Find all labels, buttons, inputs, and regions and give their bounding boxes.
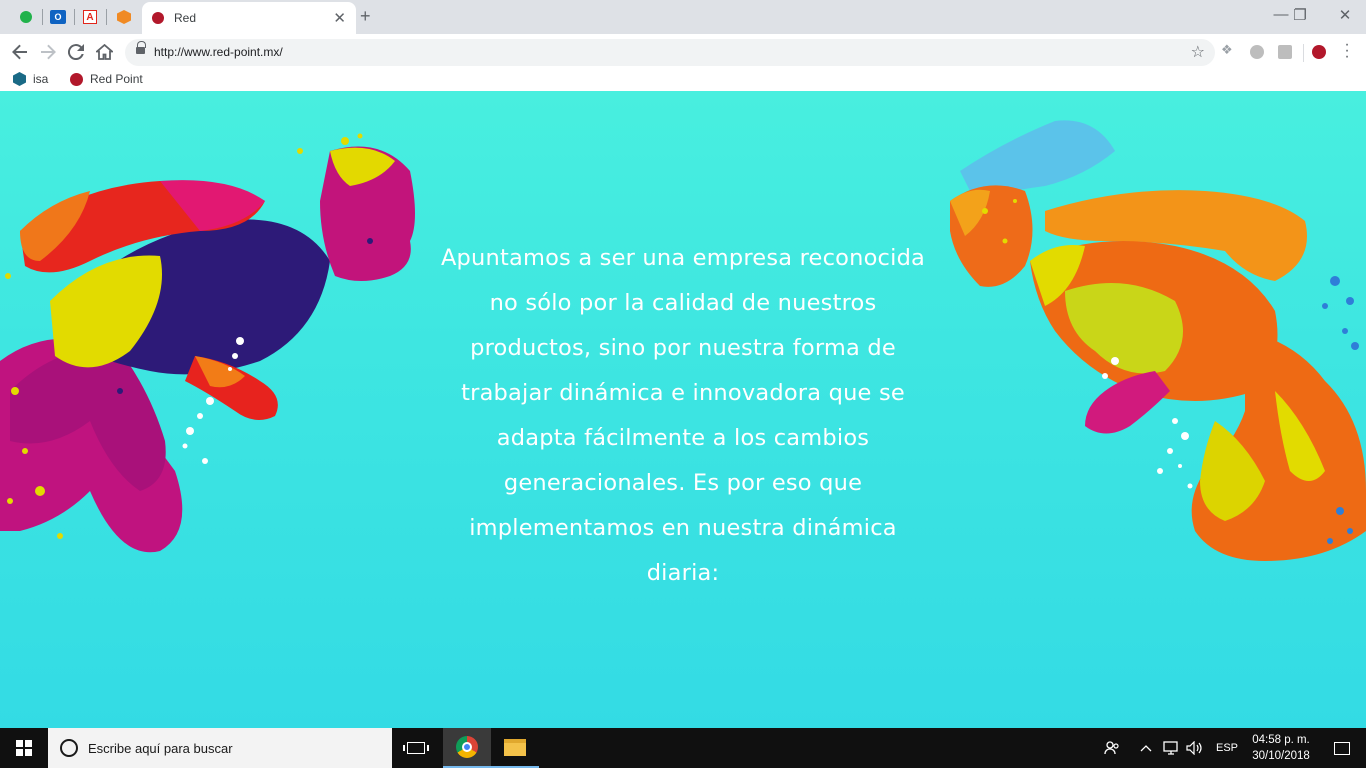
red-point-favicon [152,12,164,24]
volume-icon[interactable] [1186,728,1204,768]
hexagon-icon [13,72,26,86]
forward-button[interactable] [36,40,60,64]
taskbar-file-explorer[interactable] [491,728,539,768]
tab-separator [106,9,107,25]
url-text: http://www.red-point.mx/ [154,45,283,59]
chrome-icon [456,736,478,758]
windows-logo-icon [16,740,32,756]
close-window-button[interactable]: ✕ [1322,6,1366,24]
arrow-left-icon [12,44,27,60]
tab-close-icon[interactable]: ✕ [333,9,346,27]
bookmark-isa[interactable]: isa [13,72,48,86]
back-button[interactable] [8,40,32,64]
people-icon[interactable] [1104,728,1120,768]
reload-icon [68,44,84,60]
bookmark-label: isa [33,72,49,86]
clock-date: 30/10/2018 [1252,750,1310,762]
mission-statement: Apuntamos a ser una empresa reconocida n… [440,245,926,586]
task-view-icon [403,742,429,754]
cortana-circle-icon [60,739,78,757]
search-placeholder: Escribe aquí para buscar [88,740,233,756]
language-indicator[interactable]: ESP [1216,728,1238,768]
taskbar-search-box[interactable]: Escribe aquí para buscar [48,728,392,768]
page-content: Apuntamos a ser una empresa reconocida n… [0,91,1366,728]
tab-title: Red [174,11,197,25]
pinned-tab-box[interactable] [110,4,138,30]
pinned-tab-acrobat[interactable]: A [76,4,104,30]
right-runner-illustration [950,120,1366,561]
tab-strip: O A Red ✕ + — ❐ ✕ [0,0,1366,34]
bookmarks-bar: isa Red Point [0,70,1366,91]
lock-icon [136,41,146,55]
profile-avatar-icon[interactable] [1312,45,1326,59]
taskbar-chrome[interactable] [443,728,491,768]
tab-red[interactable]: Red ✕ [142,2,356,34]
outlook-icon: O [50,10,66,24]
bookmark-star-icon[interactable]: ☆ [1191,42,1205,62]
home-button[interactable] [92,40,116,64]
pinned-tab-outlook[interactable]: O [44,4,72,30]
menu-dots-icon[interactable]: · · · [1340,37,1354,65]
task-view-button[interactable] [392,728,440,768]
extension-circle-icon[interactable] [1250,45,1264,59]
arrow-right-icon [41,44,56,60]
notification-icon [1334,741,1350,755]
bookmark-red-point[interactable]: Red Point [70,72,143,86]
tab-separator [74,9,75,25]
network-icon[interactable] [1163,728,1181,768]
chevron-up-icon[interactable] [1140,728,1152,768]
clock[interactable]: 04:58 p. m. 30/10/2018 [1244,732,1318,764]
home-icon [95,44,113,60]
acrobat-icon: A [83,10,97,24]
reload-button[interactable] [64,40,88,64]
windows-taskbar: Escribe aquí para buscar ESP 04:58 p. m.… [0,728,1366,768]
red-point-favicon [70,72,83,86]
new-tab-button[interactable]: + [360,6,371,27]
dropbox-extension-icon[interactable]: ❖ [1221,42,1235,57]
action-center-button[interactable] [1318,728,1366,768]
whatsapp-icon [20,11,32,23]
bookmark-label: Red Point [90,72,143,86]
box-icon [117,10,131,24]
toolbar-separator [1303,44,1304,62]
browser-toolbar: http://www.red-point.mx/ ☆ ❖ · · · [0,34,1366,70]
folder-icon [504,738,526,756]
clock-time: 04:58 p. m. [1252,734,1310,746]
tab-separator [42,9,43,25]
start-button[interactable] [0,728,48,768]
pinned-tab-whatsapp[interactable] [12,4,40,30]
extension-bag-icon[interactable] [1278,45,1292,59]
address-bar[interactable]: http://www.red-point.mx/ ☆ [125,39,1215,66]
left-runner-illustration [0,133,415,553]
restore-button[interactable]: ❐ [1277,6,1323,24]
